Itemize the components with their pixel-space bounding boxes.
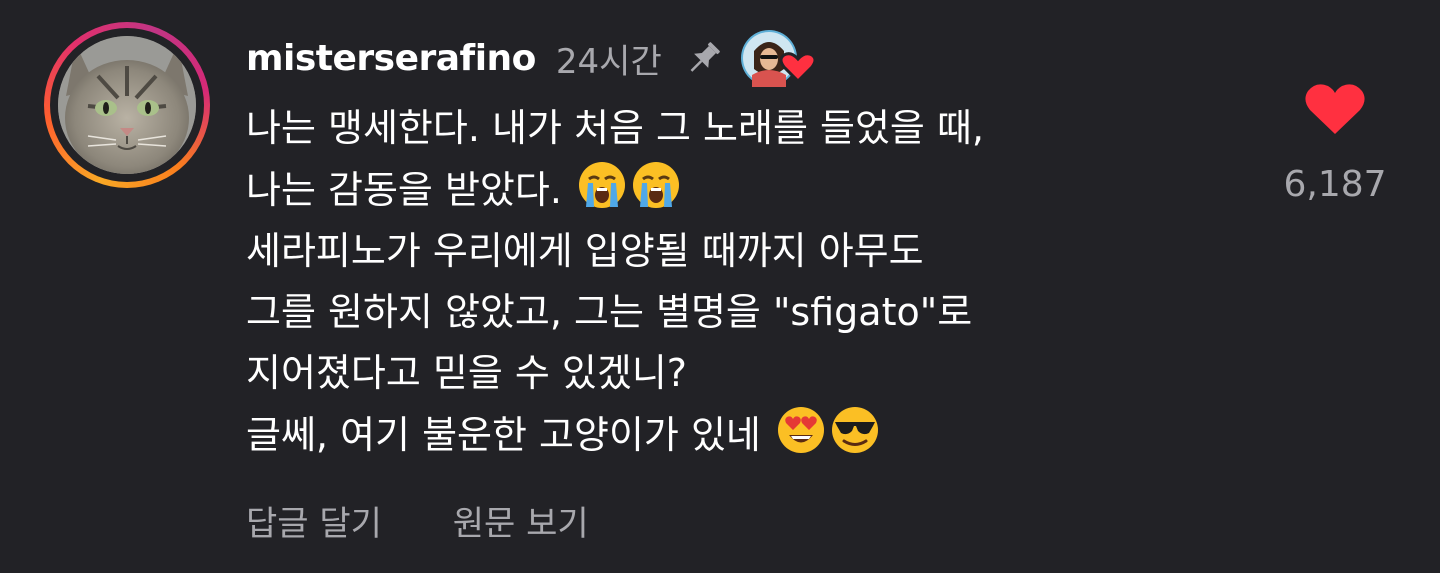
loudly-crying-emoji-icon [576,159,628,211]
username[interactable]: misterserafino [246,38,536,79]
comment-line: 지어졌다고 믿을 수 있겠니? [246,351,687,395]
comment-line: 글쎄, 여기 불운한 고양이가 있네 [246,413,761,457]
loudly-crying-emoji-icon [630,159,682,211]
comment-actions: 답글 달기 원문 보기 [246,496,589,545]
comment-line: 세라피노가 우리에게 입양될 때까지 아무도 [246,229,924,273]
creator-heart-icon [740,29,822,87]
heart-icon[interactable] [1270,82,1400,140]
heart-eyes-emoji-icon [775,404,827,456]
comment-line: 나는 감동을 받았다. [246,168,562,212]
comment-line-with-emoji: 글쎄, 여기 불운한 고양이가 있네 [246,404,1246,466]
comment-line: 나는 맹세한다. 내가 처음 그 노래를 들었을 때, [246,106,984,150]
comment-line: 그를 원하지 않았고, 그는 별명을 "sfigato"로 [246,290,973,334]
see-original-button[interactable]: 원문 보기 [453,504,589,544]
like-count: 6,187 [1283,164,1387,205]
timestamp: 24시간 [555,41,662,82]
avatar-story-ring[interactable] [44,22,210,188]
avatar[interactable] [58,36,196,174]
comment-body: 나는 맹세한다. 내가 처음 그 노래를 들었을 때, 나는 감동을 받았다. … [246,98,1246,466]
reply-button[interactable]: 답글 달기 [246,504,382,544]
pin-icon [682,36,726,80]
like-area: 6,187 [1270,82,1400,205]
comment-line-with-emoji: 나는 감동을 받았다. [246,159,1246,221]
comment-header: misterserafino 24시간 [246,29,822,87]
sunglasses-emoji-icon [829,404,881,456]
